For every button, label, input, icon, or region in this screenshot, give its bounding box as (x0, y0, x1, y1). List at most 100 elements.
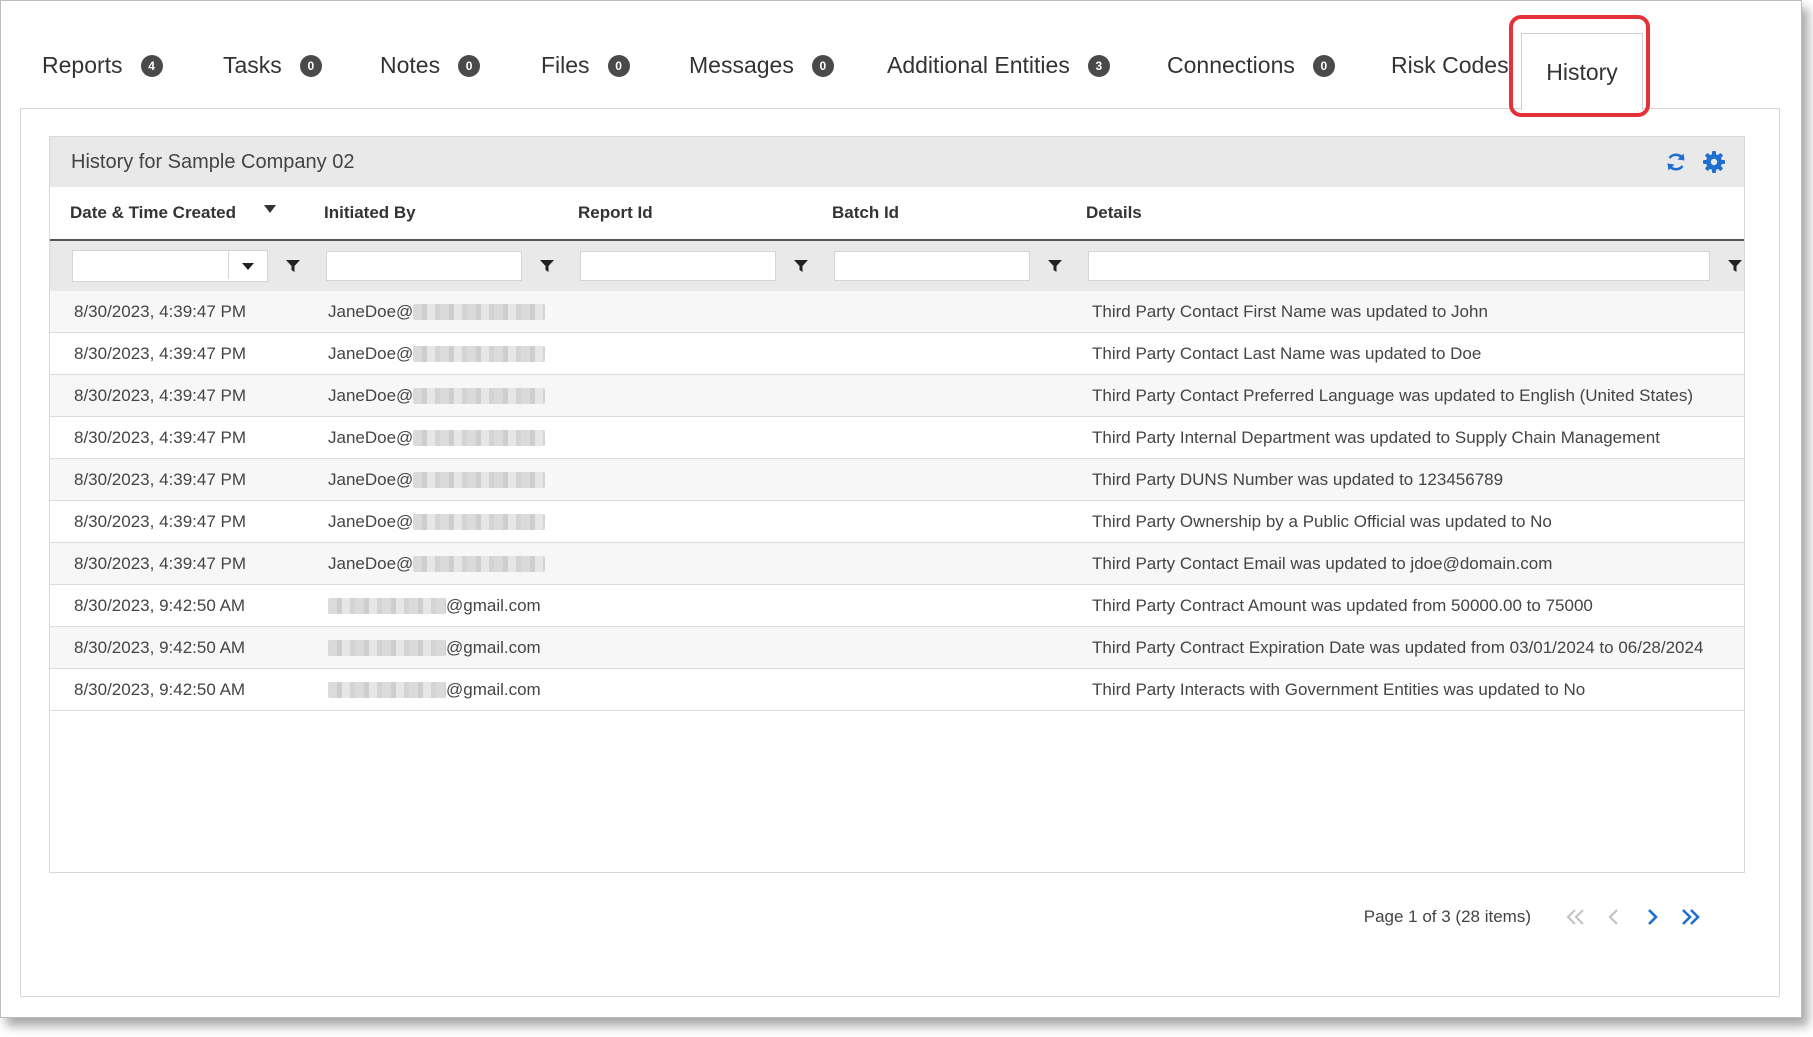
column-header-batch-id[interactable]: Batch Id (812, 203, 1066, 223)
chevron-down-icon (242, 262, 254, 270)
cell-date: 8/30/2023, 9:42:50 AM (74, 637, 246, 657)
cell-details: Third Party Ownership by a Public Offici… (1092, 511, 1552, 531)
cell-initiated-by: JaneDoe@ (304, 554, 558, 574)
initiated-by-filter-input[interactable] (326, 251, 522, 281)
redacted-text (413, 346, 546, 363)
column-label: Date & Time Created (70, 203, 236, 222)
count-badge: 0 (607, 54, 630, 77)
redacted-text (328, 682, 446, 699)
tab-label: Files (541, 52, 590, 78)
redacted-text (413, 388, 546, 405)
cell-details: Third Party Contact Preferred Language w… (1092, 385, 1694, 405)
table-row[interactable]: 8/30/2023, 4:39:47 PM JaneDoe@ Third Party… (50, 459, 1744, 501)
column-header-date[interactable]: Date & Time Created (50, 203, 304, 223)
gear-icon[interactable] (1702, 150, 1726, 174)
redacted-text (413, 472, 546, 489)
cell-details: Third Party Contact First Name was updat… (1092, 301, 1488, 321)
count-badge: 4 (140, 54, 163, 77)
tab-tasks[interactable]: Tasks 0 (223, 52, 322, 79)
grid-body: 8/30/2023, 4:39:47 PM JaneDoe@ Third Party… (50, 291, 1744, 711)
tab-reports[interactable]: Reports 4 (42, 52, 163, 79)
initiator-prefix: JaneDoe@ (328, 469, 414, 489)
grid-title: History for Sample Company 02 (71, 150, 355, 173)
filter-cell-batch-id (812, 251, 1066, 281)
table-row[interactable]: 8/30/2023, 4:39:47 PM JaneDoe@ Third Party… (50, 543, 1744, 585)
filter-icon[interactable] (286, 259, 300, 273)
tab-bar: Reports 4 Tasks 0 Notes 0 Files 0 Messag… (1, 1, 1801, 117)
details-filter-input[interactable] (1088, 251, 1710, 281)
column-header-details[interactable]: Details (1066, 203, 1744, 223)
cell-date: 8/30/2023, 4:39:47 PM (74, 553, 247, 573)
count-badge: 0 (1312, 54, 1335, 77)
initiator-prefix: JaneDoe@ (328, 301, 414, 321)
date-filter-input[interactable] (73, 251, 229, 279)
tab-label: Connections (1167, 52, 1295, 78)
history-panel: History for Sample Company 02 Date & Tim… (20, 108, 1780, 997)
filter-cell-report-id (558, 251, 812, 281)
cell-initiated-by: @gmail.com (304, 680, 558, 700)
first-page-icon[interactable] (1557, 902, 1595, 932)
redacted-text (413, 514, 546, 531)
cell-date: 8/30/2023, 9:42:50 AM (74, 679, 246, 699)
page-info: Page 1 of 3 (28 items) (1363, 907, 1531, 926)
history-grid: History for Sample Company 02 Date & Tim… (49, 136, 1745, 873)
cell-details: Third Party Interacts with Government En… (1092, 679, 1586, 699)
tab-label: Messages (689, 52, 794, 78)
tab-files[interactable]: Files 0 (541, 52, 630, 79)
cell-date: 8/30/2023, 9:42:50 AM (74, 595, 246, 615)
table-row[interactable]: 8/30/2023, 4:39:47 PM JaneDoe@ Third Party… (50, 417, 1744, 459)
table-row[interactable]: 8/30/2023, 4:39:47 PM JaneDoe@ Third Party… (50, 291, 1744, 333)
cell-details: Third Party Contract Amount was updated … (1092, 595, 1593, 615)
initiator-prefix: JaneDoe@ (328, 553, 414, 573)
cell-initiated-by: JaneDoe@ (304, 428, 558, 448)
column-header-report-id[interactable]: Report Id (558, 203, 812, 223)
cell-details: Third Party DUNS Number was updated to 1… (1092, 469, 1504, 489)
initiator-prefix: JaneDoe@ (328, 385, 414, 405)
table-row[interactable]: 8/30/2023, 9:42:50 AM @gmail.com Third Par… (50, 585, 1744, 627)
filter-row (50, 241, 1744, 291)
column-label: Batch Id (832, 203, 900, 222)
date-dropdown-button[interactable] (229, 251, 267, 281)
filter-icon[interactable] (1728, 259, 1742, 273)
table-row[interactable]: 8/30/2023, 9:42:50 AM @gmail.com Third Par… (50, 669, 1744, 711)
pager: Page 1 of 3 (28 items) (1364, 902, 1709, 932)
redacted-text (328, 640, 446, 657)
sort-descending-icon[interactable] (264, 205, 276, 213)
cell-initiated-by: JaneDoe@ (304, 386, 558, 406)
filter-icon[interactable] (1048, 259, 1062, 273)
redacted-text (328, 598, 446, 615)
grid-tools (1664, 150, 1726, 174)
filter-icon[interactable] (540, 259, 554, 273)
tab-label: History (1546, 58, 1618, 85)
cell-date: 8/30/2023, 4:39:47 PM (74, 385, 247, 405)
tab-label: Additional Entities (887, 52, 1070, 78)
column-header-initiated-by[interactable]: Initiated By (304, 203, 558, 223)
tab-risk-codes[interactable]: Risk Codes (1391, 52, 1509, 79)
tab-additional-entities[interactable]: Additional Entities 3 (887, 52, 1110, 79)
tab-label: Tasks (223, 52, 282, 78)
tab-connections[interactable]: Connections 0 (1167, 52, 1335, 79)
batch-id-filter-input[interactable] (834, 251, 1030, 281)
tab-messages[interactable]: Messages 0 (689, 52, 834, 79)
last-page-icon[interactable] (1671, 902, 1709, 932)
tab-notes[interactable]: Notes 0 (380, 52, 481, 79)
table-row[interactable]: 8/30/2023, 4:39:47 PM JaneDoe@ Third Party… (50, 333, 1744, 375)
table-row[interactable]: 8/30/2023, 9:42:50 AM @gmail.com Third Par… (50, 627, 1744, 669)
column-label: Details (1086, 203, 1142, 222)
report-id-filter-input[interactable] (580, 251, 776, 281)
refresh-icon[interactable] (1664, 150, 1688, 174)
cell-initiated-by: JaneDoe@ (304, 470, 558, 490)
initiator-prefix: JaneDoe@ (328, 343, 414, 363)
cell-initiated-by: @gmail.com (304, 638, 558, 658)
date-filter (72, 250, 268, 282)
prev-page-icon[interactable] (1595, 902, 1633, 932)
table-row[interactable]: 8/30/2023, 4:39:47 PM JaneDoe@ Third Party… (50, 501, 1744, 543)
next-page-icon[interactable] (1633, 902, 1671, 932)
cell-date: 8/30/2023, 4:39:47 PM (74, 511, 247, 531)
table-row[interactable]: 8/30/2023, 4:39:47 PM JaneDoe@ Third Party… (50, 375, 1744, 417)
filter-cell-date (50, 250, 304, 282)
initiator-suffix: @gmail.com (446, 679, 541, 699)
tab-history[interactable]: History (1521, 33, 1643, 110)
filter-cell-details (1066, 251, 1744, 281)
filter-icon[interactable] (794, 259, 808, 273)
